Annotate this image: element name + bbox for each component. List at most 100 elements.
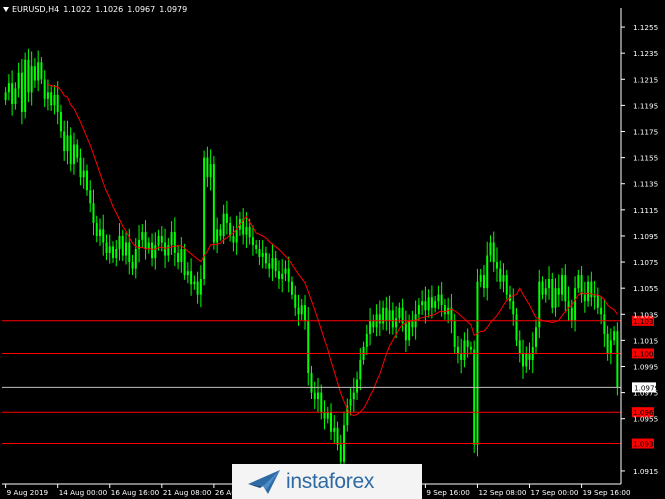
- candle-body: [216, 229, 219, 243]
- candle-body: [82, 170, 85, 178]
- candle-body: [600, 307, 603, 315]
- candle-body: [587, 281, 590, 302]
- candle-body: [98, 229, 101, 236]
- candle-body: [251, 237, 254, 246]
- candle-body: [460, 353, 463, 360]
- watermark-text: instaforex: [286, 469, 375, 493]
- candle-body: [59, 111, 62, 132]
- candle-body: [271, 258, 274, 269]
- price-tick-label: 1.1175: [633, 128, 658, 137]
- time-tick-label: 9 Aug 2019: [7, 488, 49, 497]
- candle-body: [596, 294, 599, 308]
- candle-body: [522, 353, 525, 367]
- candle-body: [95, 222, 98, 236]
- price-tick-label: 1.1075: [633, 258, 658, 267]
- candle-body: [193, 281, 196, 285]
- candle-body: [141, 232, 144, 240]
- time-tick-label: 16 Aug 16:00: [111, 488, 160, 497]
- candle-body: [430, 297, 433, 308]
- candle-body: [66, 135, 69, 152]
- candle-body: [290, 281, 293, 295]
- dropdown-triangle-icon[interactable]: [3, 6, 9, 12]
- price-tick-label: 1.1135: [633, 180, 658, 189]
- candle-body: [372, 320, 375, 328]
- candle-body: [37, 62, 40, 81]
- candle-body: [502, 275, 505, 282]
- candle-body: [56, 94, 59, 112]
- candle-body: [134, 249, 137, 269]
- candle-body: [196, 281, 199, 295]
- candle-body: [489, 242, 492, 256]
- candle-body: [609, 340, 612, 354]
- candle-body: [40, 62, 43, 80]
- candle-body: [463, 340, 466, 360]
- candle-body: [616, 331, 619, 388]
- candle-body: [219, 229, 222, 236]
- candle-body: [564, 275, 567, 302]
- price-tick-label: 1.1035: [633, 310, 658, 319]
- instaforex-watermark: instaforex: [232, 464, 422, 499]
- candle-body: [284, 268, 287, 274]
- candle-body: [369, 320, 372, 334]
- candle-body: [385, 307, 388, 321]
- candle-body: [443, 305, 446, 315]
- candle-body: [131, 262, 134, 269]
- candle-body: [43, 79, 46, 99]
- paper-plane-icon: [248, 469, 280, 494]
- candle-body: [209, 164, 212, 178]
- candle-body: [404, 323, 407, 341]
- candle-body: [482, 275, 485, 289]
- price-tick-label: 1.0975: [633, 389, 658, 398]
- candle-body: [177, 252, 180, 263]
- high-value: 1.1026: [95, 4, 124, 14]
- candle-body: [180, 249, 183, 263]
- candle-body: [108, 246, 111, 253]
- candle-body: [391, 310, 394, 328]
- candle-body: [307, 320, 310, 374]
- candle-body: [297, 307, 300, 315]
- candle-body: [453, 320, 456, 347]
- candle-body: [352, 392, 355, 400]
- price-tick-label: 1.1055: [633, 284, 658, 293]
- candle-body: [268, 263, 271, 269]
- candle-body: [303, 305, 306, 321]
- candle-body: [186, 271, 189, 276]
- candle-body: [112, 246, 115, 259]
- price-tick-label: 1.1195: [633, 101, 658, 110]
- candle-body: [424, 301, 427, 311]
- candle-body: [232, 235, 235, 243]
- candle-body: [613, 331, 616, 341]
- candle-body: [277, 271, 280, 280]
- candle-body: [50, 92, 53, 106]
- candle-body: [320, 392, 323, 413]
- candle-body: [154, 245, 157, 259]
- candle-body: [518, 340, 521, 354]
- price-tick-label: 1.1095: [633, 232, 658, 241]
- candle-body: [7, 83, 10, 93]
- candle-body: [164, 242, 167, 256]
- candle-body: [248, 226, 251, 238]
- open-value: 1.1022: [63, 4, 92, 14]
- candle-body: [408, 320, 411, 341]
- candle-body: [421, 301, 424, 306]
- candle-body: [603, 314, 606, 334]
- candle-body: [105, 242, 108, 253]
- candle-body: [24, 59, 27, 112]
- candle-body: [466, 340, 469, 347]
- candle-body: [173, 232, 176, 253]
- close-value: 1.0979: [159, 4, 188, 14]
- candle-body: [310, 373, 313, 393]
- candle-body: [30, 66, 33, 93]
- level-label: 1.1005: [633, 349, 658, 358]
- candle-body: [580, 275, 583, 295]
- low-value: 1.0967: [127, 4, 156, 14]
- candle-body: [264, 252, 267, 264]
- candle-body: [46, 92, 49, 99]
- candle-body: [317, 392, 320, 400]
- candle-body: [473, 349, 476, 445]
- candle-body: [118, 235, 121, 249]
- candlestick-chart[interactable]: 1.10301.10051.09601.09361.0979 1.12551.1…: [0, 0, 665, 499]
- candle-body: [183, 249, 186, 276]
- candle-body: [411, 320, 414, 328]
- candle-body: [476, 281, 479, 445]
